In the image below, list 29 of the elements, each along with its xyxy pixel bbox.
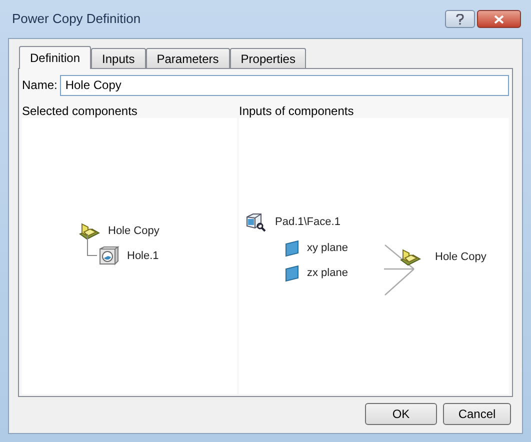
folder-icon — [78, 222, 100, 240]
tree-item[interactable]: xy plane — [307, 240, 348, 257]
close-icon — [494, 14, 504, 24]
column-header: Inputs of components — [239, 103, 355, 118]
window-title: Power Copy Definition — [11, 10, 141, 28]
tree-item[interactable]: zx plane — [307, 265, 348, 282]
column-header: Selected components — [22, 103, 138, 118]
help-button[interactable] — [445, 10, 475, 28]
dialog-button[interactable]: OK — [365, 403, 437, 425]
help-icon — [456, 14, 464, 24]
tree-item[interactable]: Pad.1\Face.1 — [275, 214, 340, 230]
dialog-button[interactable]: Cancel — [443, 403, 511, 425]
tab[interactable]: Parameters — [146, 48, 230, 68]
tree-item[interactable]: Hole Copy — [435, 248, 486, 266]
plane-icon — [285, 240, 299, 257]
cube-icon — [245, 212, 267, 232]
tab[interactable]: Inputs — [91, 48, 146, 68]
connector-lines — [384, 244, 416, 296]
tree-item[interactable]: Hole Copy — [108, 222, 160, 240]
tree-connector — [87, 234, 97, 256]
hole-icon — [99, 246, 119, 266]
folder-icon — [399, 248, 421, 266]
tab[interactable]: Properties — [230, 48, 306, 68]
close-button[interactable] — [477, 10, 521, 28]
plane-icon — [285, 265, 299, 282]
tree-item[interactable]: Hole.1 — [127, 248, 159, 264]
name-field[interactable]: Hole Copy — [60, 74, 509, 96]
name-label: Name: — [22, 77, 58, 94]
tab[interactable]: Definition — [19, 46, 92, 69]
